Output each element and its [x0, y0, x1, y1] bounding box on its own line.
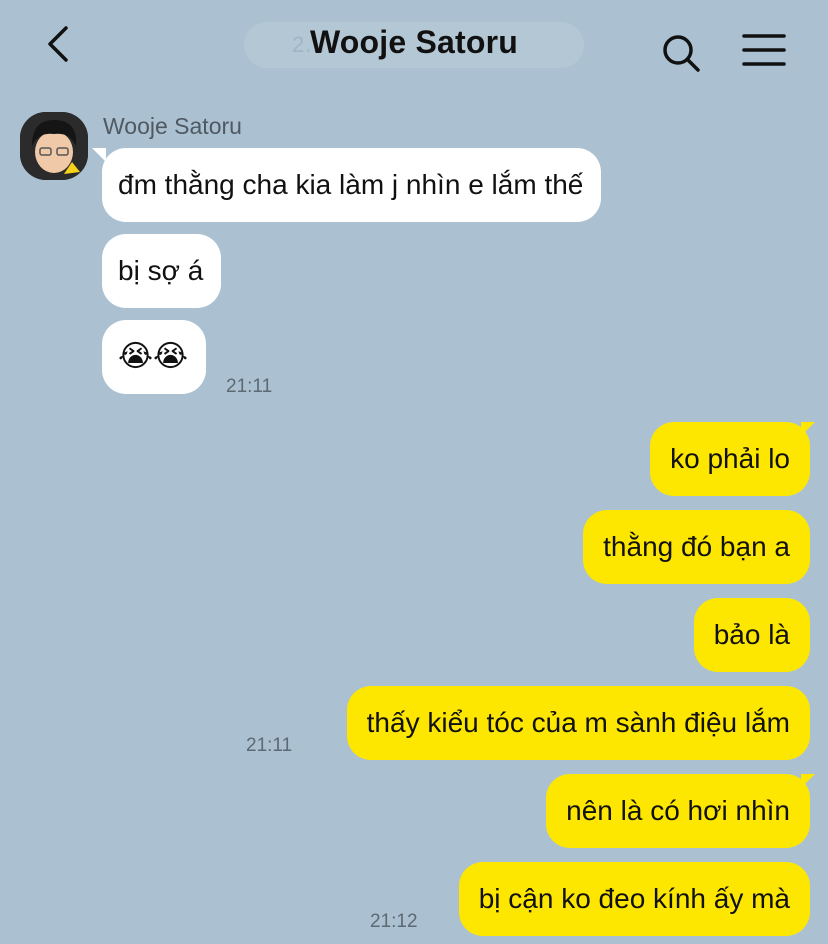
message-time: 21:11: [226, 376, 273, 397]
sender-name: Wooje Satoru: [103, 113, 242, 139]
avatar[interactable]: [20, 112, 88, 180]
outgoing-message[interactable]: nên là có hơi nhìn: [546, 774, 810, 848]
hamburger-menu-icon: [742, 34, 786, 66]
message-time: 21:12: [370, 911, 418, 932]
incoming-message[interactable]: 😭😭: [102, 320, 207, 394]
incoming-message[interactable]: đm thằng cha kia làm j nhìn e lắm thế: [102, 148, 602, 222]
search-icon: [663, 35, 700, 72]
outgoing-message[interactable]: thằng đó bạn a: [583, 510, 810, 584]
profile-photo-icon: [20, 112, 88, 180]
search-button[interactable]: [658, 30, 706, 78]
outgoing-message[interactable]: ko phải lo: [650, 422, 810, 496]
menu-button[interactable]: [740, 30, 788, 72]
outgoing-message[interactable]: thấy kiểu tóc của m sành điệu lắm: [346, 686, 810, 760]
outgoing-message[interactable]: bảo là: [693, 598, 810, 672]
incoming-message[interactable]: bị sợ á: [102, 234, 222, 308]
message-time: 21:11: [246, 735, 293, 756]
outgoing-message[interactable]: bị cận ko đeo kính ấy mà: [458, 862, 810, 936]
chat-header: 2… Wooje Satoru: [0, 0, 828, 96]
